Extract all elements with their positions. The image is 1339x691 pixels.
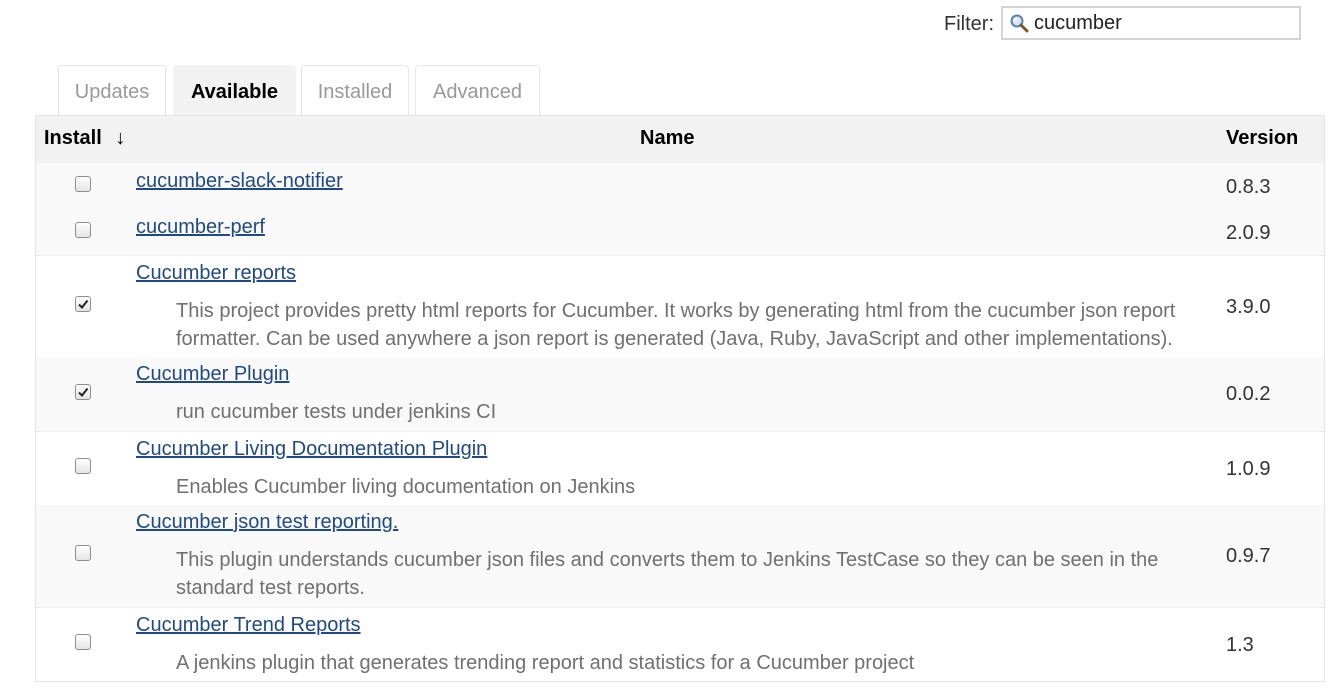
install-checkbox[interactable]	[75, 634, 91, 650]
install-checkbox[interactable]	[75, 384, 91, 400]
plugin-version: 0.8.3	[1226, 176, 1271, 198]
table-row: Cucumber Trend Reports A jenkins plugin …	[36, 607, 1324, 681]
plugin-version: 0.9.7	[1226, 545, 1271, 567]
checkmark-icon	[78, 387, 89, 398]
plugin-name-link[interactable]: Cucumber reports	[136, 262, 296, 285]
table-row: cucumber-perf 2.0.9	[36, 209, 1324, 255]
column-header-version[interactable]: Version	[1226, 127, 1298, 150]
table-row: Cucumber reports This project provides p…	[36, 255, 1324, 358]
sort-arrow-icon: ↓	[115, 127, 126, 149]
tab-advanced[interactable]: Advanced	[415, 65, 540, 116]
tab-updates[interactable]: Updates	[58, 65, 166, 116]
plugin-version: 2.0.9	[1226, 222, 1271, 244]
install-header-label: Install	[44, 127, 102, 149]
filter-field[interactable]	[1001, 6, 1301, 40]
plugin-description: run cucumber tests under jenkins CI	[176, 401, 497, 423]
plugin-name-link[interactable]: cucumber-perf	[136, 216, 265, 239]
plugins-table: Install ↓ Name Version cucumber-slack-no…	[35, 115, 1325, 682]
install-checkbox[interactable]	[75, 222, 91, 238]
checkmark-icon	[78, 299, 89, 310]
search-icon	[1009, 13, 1029, 33]
table-row: Cucumber Plugin run cucumber tests under…	[36, 357, 1324, 431]
install-checkbox[interactable]	[75, 296, 91, 312]
plugin-name-link[interactable]: Cucumber json test reporting.	[136, 511, 398, 534]
filter-input[interactable]	[1034, 9, 1296, 37]
column-header-name[interactable]: Name	[640, 127, 694, 150]
plugin-description: This project provides pretty html report…	[176, 300, 1176, 350]
plugin-description: This plugin understands cucumber json fi…	[176, 549, 1159, 599]
plugin-name-link[interactable]: Cucumber Living Documentation Plugin	[136, 438, 487, 461]
plugin-version: 3.9.0	[1226, 296, 1271, 318]
tab-available[interactable]: Available	[173, 65, 296, 116]
plugin-name-link[interactable]: Cucumber Plugin	[136, 363, 289, 386]
table-row: Cucumber json test reporting. This plugi…	[36, 505, 1324, 607]
plugin-name-link[interactable]: Cucumber Trend Reports	[136, 614, 361, 637]
table-row: Cucumber Living Documentation Plugin Ena…	[36, 431, 1324, 506]
plugin-description: A jenkins plugin that generates trending…	[176, 652, 915, 674]
plugin-version: 0.0.2	[1226, 383, 1271, 405]
table-row: cucumber-slack-notifier 0.8.3	[36, 163, 1324, 209]
plugin-version: 1.3	[1226, 634, 1254, 656]
plugin-description: Enables Cucumber living documentation on…	[176, 476, 636, 498]
table-header: Install ↓ Name Version	[36, 116, 1324, 163]
plugin-version: 1.0.9	[1226, 458, 1271, 480]
install-checkbox[interactable]	[75, 458, 91, 474]
install-checkbox[interactable]	[75, 176, 91, 192]
column-header-install[interactable]: Install ↓	[44, 127, 125, 150]
filter-label: Filter:	[944, 13, 994, 35]
tab-installed[interactable]: Installed	[301, 65, 409, 116]
plugin-name-link[interactable]: cucumber-slack-notifier	[136, 170, 343, 193]
install-checkbox[interactable]	[75, 545, 91, 561]
